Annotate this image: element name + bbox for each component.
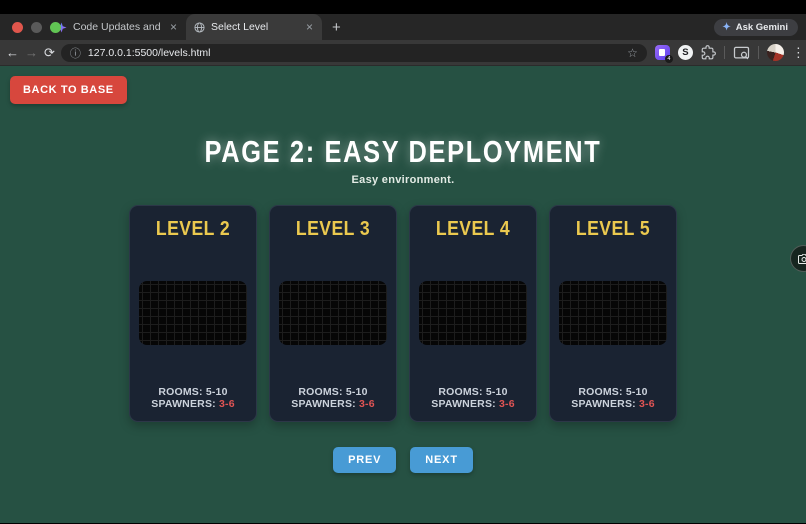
reload-icon[interactable]: ⟳: [44, 45, 55, 61]
page-content: BACK TO BASE PAGE 2: EASY DEPLOYMENT Eas…: [0, 66, 806, 523]
tab-code-updates[interactable]: Code Updates and Integration ×: [48, 14, 186, 40]
extensions-puzzle-icon[interactable]: [701, 45, 716, 60]
tab-title: Code Updates and Integration: [73, 21, 163, 33]
level-cards-row: LEVEL 2 ROOMS: 5-10 SPAWNERS: 3-6 LEVEL …: [0, 205, 806, 422]
rooms-stat: ROOMS: 5-10: [270, 386, 396, 399]
forward-icon[interactable]: →: [25, 45, 38, 60]
spawners-label: SPAWNERS:: [571, 398, 639, 410]
close-tab-icon[interactable]: ×: [169, 20, 178, 34]
level-card-4[interactable]: LEVEL 4 ROOMS: 5-10 SPAWNERS: 3-6: [409, 205, 537, 422]
inspect-capture-icon[interactable]: [733, 46, 750, 60]
level-card-3[interactable]: LEVEL 3 ROOMS: 5-10 SPAWNERS: 3-6: [269, 205, 397, 422]
back-to-base-button[interactable]: BACK TO BASE: [10, 76, 127, 104]
browser-menu-icon[interactable]: ⋮: [792, 45, 805, 61]
spawners-stat: SPAWNERS: 3-6: [130, 398, 256, 411]
tab-strip: Code Updates and Integration × Select Le…: [0, 14, 806, 40]
level-title: LEVEL 5: [558, 218, 669, 241]
browser-window: Code Updates and Integration × Select Le…: [0, 14, 806, 524]
toolbar-extensions-area: 4 S ⋮: [655, 44, 805, 61]
level-map-preview: [279, 281, 387, 345]
s-extension-icon[interactable]: S: [678, 45, 693, 60]
level-map-preview: [559, 281, 667, 345]
rooms-stat: ROOMS: 5-10: [550, 386, 676, 399]
page-subtitle: Easy environment.: [0, 174, 806, 186]
spawners-stat: SPAWNERS: 3-6: [550, 398, 676, 411]
zoom-window-button[interactable]: [50, 22, 61, 33]
minimize-window-button[interactable]: [31, 22, 42, 33]
pieces-extension-icon[interactable]: 4: [655, 45, 670, 60]
ask-gemini-button[interactable]: ✦ Ask Gemini: [714, 19, 798, 36]
toolbar-divider: [758, 46, 759, 59]
spawners-value: 3-6: [219, 398, 235, 410]
spawners-value: 3-6: [499, 398, 515, 410]
level-stats: ROOMS: 5-10 SPAWNERS: 3-6: [410, 386, 536, 411]
site-info-icon[interactable]: ⓘ: [70, 45, 81, 61]
url-text: 127.0.0.1:5500/levels.html: [88, 47, 620, 59]
pager: PREV NEXT: [0, 447, 806, 473]
camera-icon: [798, 254, 806, 264]
gemini-sparkle-icon: ✦: [722, 22, 730, 33]
level-stats: ROOMS: 5-10 SPAWNERS: 3-6: [550, 386, 676, 411]
back-icon[interactable]: ←: [6, 45, 19, 60]
level-title: LEVEL 3: [278, 218, 389, 241]
address-bar[interactable]: ⓘ 127.0.0.1:5500/levels.html ☆: [61, 44, 647, 62]
toolbar-divider: [724, 46, 725, 59]
spawners-label: SPAWNERS:: [151, 398, 219, 410]
page-title: PAGE 2: EASY DEPLOYMENT: [73, 134, 734, 170]
bookmark-star-icon[interactable]: ☆: [627, 46, 638, 60]
ask-gemini-label: Ask Gemini: [736, 22, 788, 33]
window-controls: [12, 22, 61, 33]
new-tab-button[interactable]: +: [332, 19, 341, 36]
next-button[interactable]: NEXT: [410, 447, 473, 473]
tab-title: Select Level: [211, 21, 299, 33]
browser-toolbar: ← → ⟳ ⓘ 127.0.0.1:5500/levels.html ☆ 4 S: [0, 40, 806, 66]
level-stats: ROOMS: 5-10 SPAWNERS: 3-6: [130, 386, 256, 411]
level-card-5[interactable]: LEVEL 5 ROOMS: 5-10 SPAWNERS: 3-6: [549, 205, 677, 422]
profile-avatar[interactable]: [767, 44, 784, 61]
level-map-preview: [139, 281, 247, 345]
level-card-2[interactable]: LEVEL 2 ROOMS: 5-10 SPAWNERS: 3-6: [129, 205, 257, 422]
level-title: LEVEL 4: [418, 218, 529, 241]
extension-glyph: [659, 49, 665, 56]
rooms-stat: ROOMS: 5-10: [130, 386, 256, 399]
prev-button[interactable]: PREV: [333, 447, 396, 473]
spawners-label: SPAWNERS:: [291, 398, 359, 410]
extension-badge: 4: [665, 55, 673, 63]
spawners-stat: SPAWNERS: 3-6: [410, 398, 536, 411]
spawners-value: 3-6: [359, 398, 375, 410]
level-stats: ROOMS: 5-10 SPAWNERS: 3-6: [270, 386, 396, 411]
spawners-label: SPAWNERS:: [431, 398, 499, 410]
level-map-preview: [419, 281, 527, 345]
spawners-value: 3-6: [639, 398, 655, 410]
tab-select-level[interactable]: Select Level ×: [186, 14, 322, 40]
level-title: LEVEL 2: [138, 218, 249, 241]
close-tab-icon[interactable]: ×: [305, 20, 314, 34]
globe-icon: [194, 22, 205, 33]
rooms-stat: ROOMS: 5-10: [410, 386, 536, 399]
spawners-stat: SPAWNERS: 3-6: [270, 398, 396, 411]
close-window-button[interactable]: [12, 22, 23, 33]
